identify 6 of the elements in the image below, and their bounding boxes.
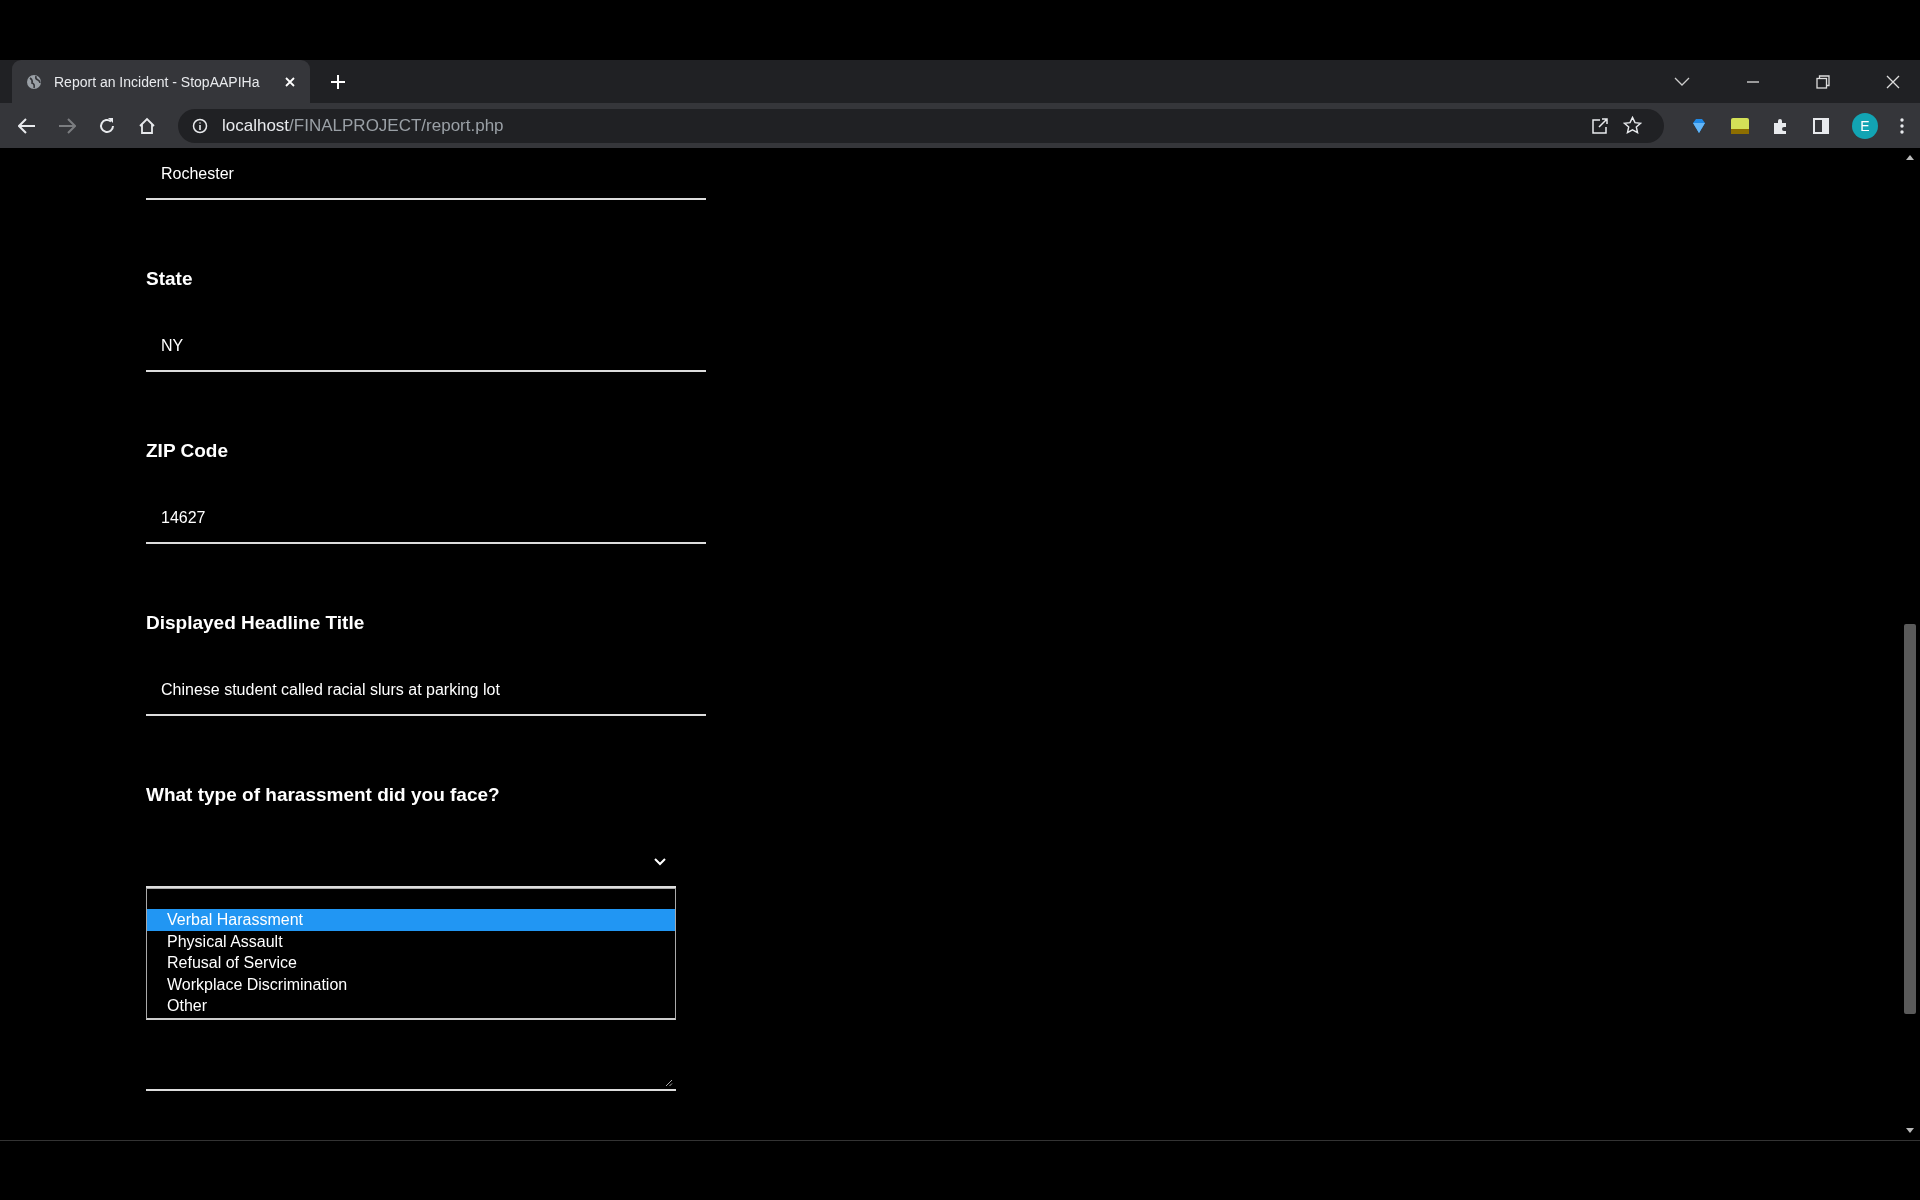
url-text: localhost/FINALPROJECT/report.php <box>222 115 504 136</box>
field-label: What type of harassment did you face? <box>146 784 500 806</box>
field-label: State <box>146 268 193 290</box>
tab-title: Report an Incident - StopAAPIHa <box>54 73 261 90</box>
field-label: ZIP Code <box>146 440 228 462</box>
field-label: Displayed Headline Title <box>146 612 365 634</box>
